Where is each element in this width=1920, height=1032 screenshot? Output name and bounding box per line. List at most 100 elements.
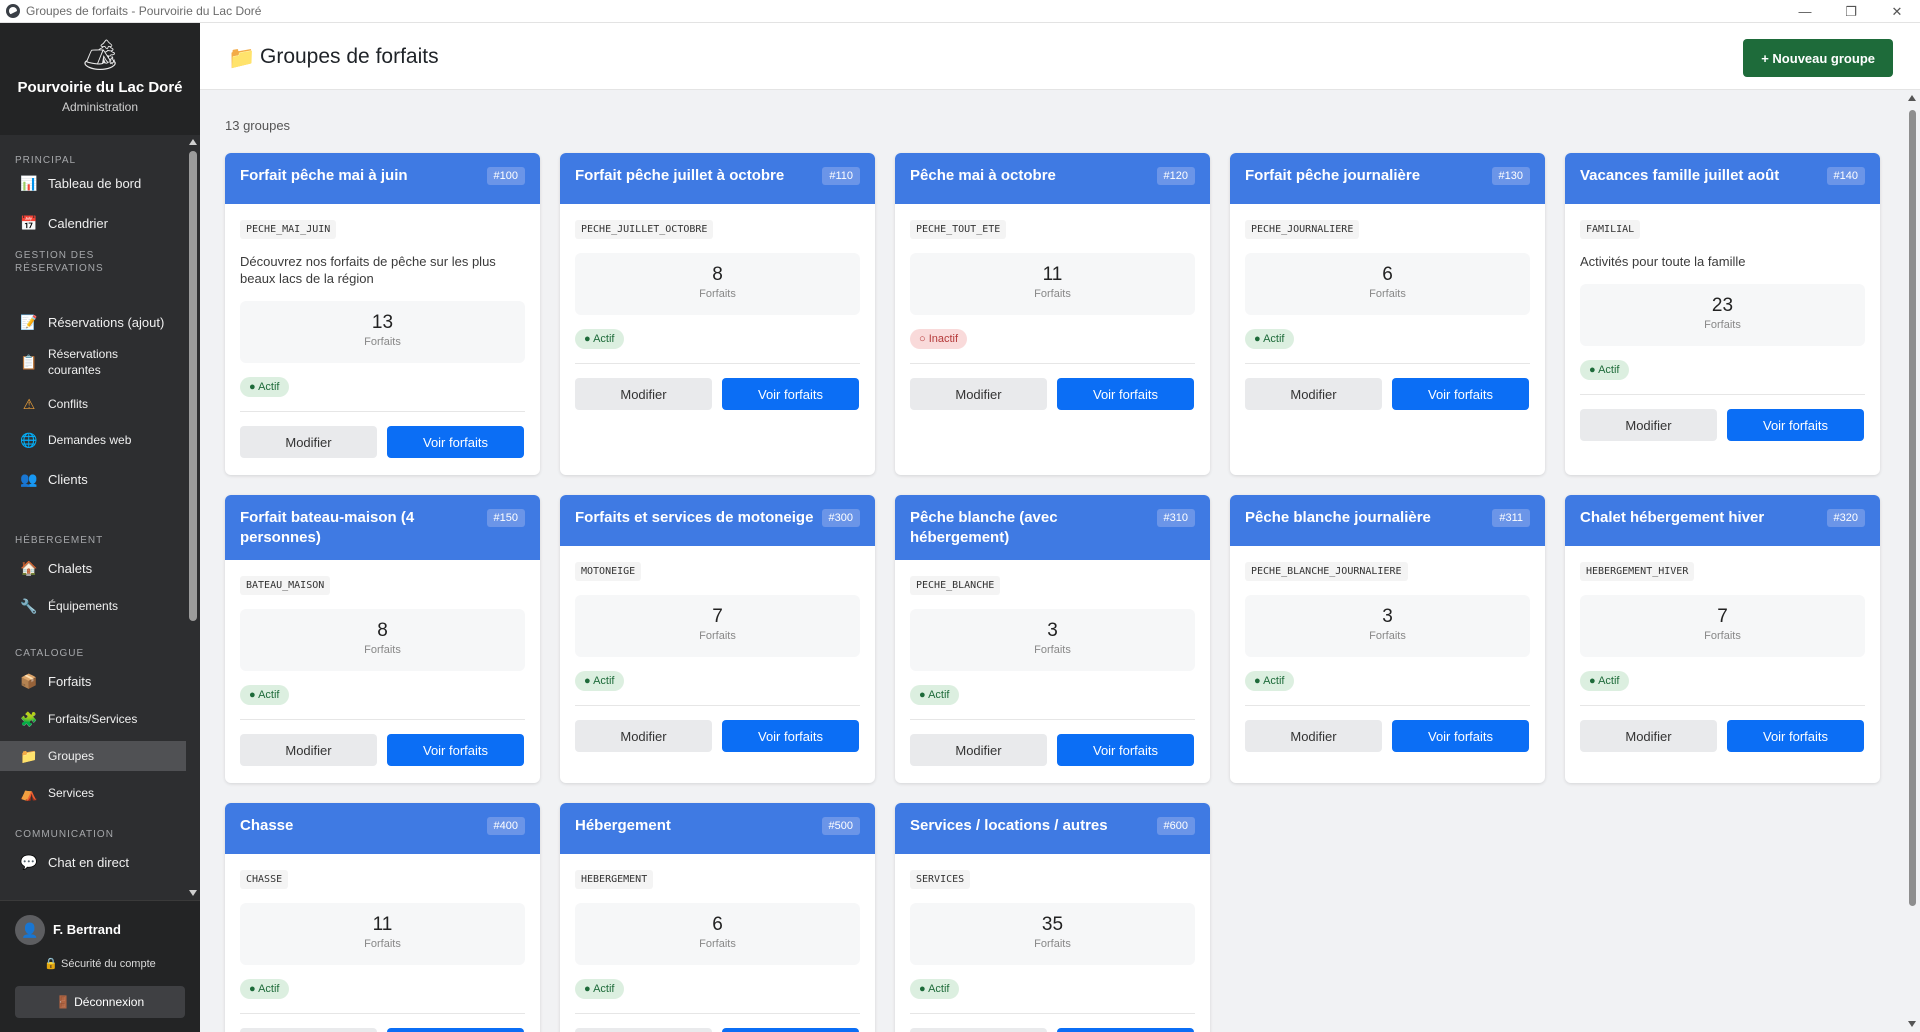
- user-name: F. Bertrand: [53, 922, 121, 937]
- scrollbar-thumb[interactable]: [1909, 110, 1916, 906]
- forfait-count: 3: [1382, 606, 1393, 627]
- card-id-badge: #120: [1156, 167, 1195, 185]
- card-header: Pêche mai à octobre #120: [895, 153, 1210, 204]
- view-forfaits-button[interactable]: Voir forfaits: [1057, 1028, 1194, 1032]
- view-forfaits-button[interactable]: Voir forfaits: [1057, 734, 1194, 766]
- card-id-badge: #100: [486, 167, 525, 185]
- sidebar-item-calendrier[interactable]: 📅 Calendrier: [0, 208, 186, 238]
- sidebar-item-reservations-courantes[interactable]: 📋 Réservations courantes: [0, 344, 186, 380]
- edit-button[interactable]: Modifier: [1580, 409, 1717, 441]
- view-forfaits-button[interactable]: Voir forfaits: [1392, 720, 1529, 752]
- card-body: PECHE_BLANCHE_JOURNALIERE 3 Forfaits ● Acti…: [1230, 546, 1545, 769]
- card-divider: [240, 411, 525, 412]
- folder-icon: 📁: [228, 45, 256, 70]
- forfait-count: 11: [1042, 264, 1063, 285]
- sidebar-item-chat[interactable]: 💬 Chat en direct: [0, 847, 186, 877]
- card-id-badge: #130: [1491, 167, 1530, 185]
- card-actions: Modifier Voir forfaits: [240, 1028, 525, 1032]
- scroll-up-icon[interactable]: [189, 139, 197, 145]
- forfait-count: 7: [1717, 606, 1728, 627]
- forfait-count-box: 7 Forfaits: [575, 595, 860, 657]
- scroll-up-icon[interactable]: [1908, 95, 1916, 101]
- edit-button[interactable]: Modifier: [1245, 720, 1382, 752]
- edit-button[interactable]: Modifier: [1580, 720, 1717, 752]
- sidebar-item-forfaits[interactable]: 📦 Forfaits: [0, 666, 186, 696]
- view-forfaits-button[interactable]: Voir forfaits: [722, 1028, 859, 1032]
- sidebar-item-reservations-ajout[interactable]: 📝 Réservations (ajout): [0, 307, 186, 337]
- sidebar-item-conflits[interactable]: ⚠ Conflits: [0, 389, 186, 419]
- card-header: Forfait pêche journalière #130: [1230, 153, 1545, 204]
- view-forfaits-button[interactable]: Voir forfaits: [722, 720, 859, 752]
- edit-button[interactable]: Modifier: [240, 734, 377, 766]
- account-security-link[interactable]: 🔒 Sécurité du compte: [0, 957, 200, 970]
- view-forfaits-button[interactable]: Voir forfaits: [387, 426, 524, 458]
- sidebar-item-services[interactable]: ⛺ Services: [0, 778, 186, 808]
- forfait-count-box: 35 Forfaits: [910, 903, 1195, 965]
- section-communication: COMMUNICATION: [15, 829, 114, 840]
- edit-button[interactable]: Modifier: [910, 378, 1047, 410]
- card-body: MOTONEIGE 7 Forfaits ● Actif Modifier Voir fo…: [560, 546, 875, 769]
- sidebar-scrollbar[interactable]: [186, 135, 200, 900]
- section-principal: PRINCIPAL: [15, 155, 77, 166]
- view-forfaits-button[interactable]: Voir forfaits: [387, 734, 524, 766]
- sidebar-item-demandes-web[interactable]: 🌐 Demandes web: [0, 425, 186, 455]
- card-actions: Modifier Voir forfaits: [910, 378, 1195, 410]
- group-code: CHASSE: [240, 870, 289, 889]
- forfait-count: 8: [377, 620, 388, 641]
- scroll-down-icon[interactable]: [1908, 1021, 1916, 1027]
- card-divider: [910, 1013, 1195, 1014]
- sidebar-item-groupes[interactable]: 📁 Groupes: [0, 741, 186, 771]
- card-id-badge: #400: [486, 817, 525, 835]
- view-forfaits-button[interactable]: Voir forfaits: [1057, 378, 1194, 410]
- sidebar-item-label: Demandes web: [48, 433, 132, 447]
- group-card: Forfait pêche journalière #130 PECHE_JOURN…: [1230, 153, 1545, 475]
- scroll-down-icon[interactable]: [189, 890, 197, 896]
- card-id-badge: #310: [1156, 509, 1195, 527]
- sidebar-item-label: Réservations (ajout): [48, 314, 165, 330]
- card-title: Hébergement: [575, 817, 671, 834]
- sidebar-item-label: Équipements: [48, 599, 119, 613]
- sidebar-item-forfaits-services[interactable]: 🧩 Forfaits/Services: [0, 704, 186, 734]
- scrollbar-thumb[interactable]: [189, 151, 197, 621]
- edit-button[interactable]: Modifier: [575, 1028, 712, 1032]
- view-forfaits-button[interactable]: Voir forfaits: [1727, 409, 1864, 441]
- forfait-count-box: 3 Forfaits: [1245, 595, 1530, 657]
- edit-button[interactable]: Modifier: [910, 734, 1047, 766]
- forfait-count: 13: [371, 312, 394, 333]
- view-forfaits-button[interactable]: Voir forfaits: [1727, 720, 1864, 752]
- view-forfaits-button[interactable]: Voir forfaits: [387, 1028, 524, 1032]
- edit-button[interactable]: Modifier: [575, 378, 712, 410]
- chat-bubble-icon: 💬: [20, 853, 38, 870]
- card-header: Vacances famille juillet août #140: [1565, 153, 1880, 204]
- minimize-icon[interactable]: —: [1782, 0, 1828, 23]
- logout-button[interactable]: 🚪 Déconnexion: [15, 986, 185, 1018]
- close-icon[interactable]: ✕: [1874, 0, 1920, 23]
- sidebar-item-equipements[interactable]: 🔧 Équipements: [0, 591, 186, 621]
- camp-logo-icon: 🏕: [80, 39, 120, 72]
- edit-button[interactable]: Modifier: [240, 1028, 377, 1032]
- new-group-button[interactable]: + Nouveau groupe: [1743, 39, 1893, 77]
- brand-name: Pourvoirie du Lac Doré: [17, 79, 183, 96]
- sidebar-item-tableau-de-bord[interactable]: 📊 Tableau de bord: [0, 168, 186, 198]
- main-scrollbar[interactable]: [1905, 90, 1920, 1032]
- sidebar-item-chalets[interactable]: 🏠 Chalets: [0, 553, 186, 583]
- card-id-badge: #600: [1156, 817, 1195, 835]
- edit-button[interactable]: Modifier: [910, 1028, 1047, 1032]
- sidebar-item-clients[interactable]: 👥 Clients: [0, 464, 186, 494]
- view-forfaits-button[interactable]: Voir forfaits: [722, 378, 859, 410]
- edit-button[interactable]: Modifier: [575, 720, 712, 752]
- forfait-count-label: Forfaits: [1369, 630, 1406, 642]
- group-code: PECHE_JUILLET_OCTOBRE: [575, 220, 714, 239]
- status-badge: ● Actif: [910, 979, 959, 999]
- edit-button[interactable]: Modifier: [1245, 378, 1382, 410]
- card-actions: Modifier Voir forfaits: [240, 734, 525, 766]
- edit-button[interactable]: Modifier: [240, 426, 377, 458]
- status-badge: ● Actif: [240, 979, 289, 999]
- card-body: HEBERGEMENT_HIVER 7 Forfaits ● Actif Modifie…: [1565, 546, 1880, 769]
- view-forfaits-button[interactable]: Voir forfaits: [1392, 378, 1529, 410]
- maximize-icon[interactable]: ❐: [1828, 0, 1874, 23]
- card-body: BATEAU_MAISON 8 Forfaits ● Actif Modifier Voi…: [225, 560, 540, 783]
- group-code: PECHE_BLANCHE_JOURNALIERE: [1245, 562, 1408, 581]
- card-body: FAMILIAL Activités pour toute la famille 2…: [1565, 204, 1880, 458]
- users-icon: 👥: [20, 470, 38, 487]
